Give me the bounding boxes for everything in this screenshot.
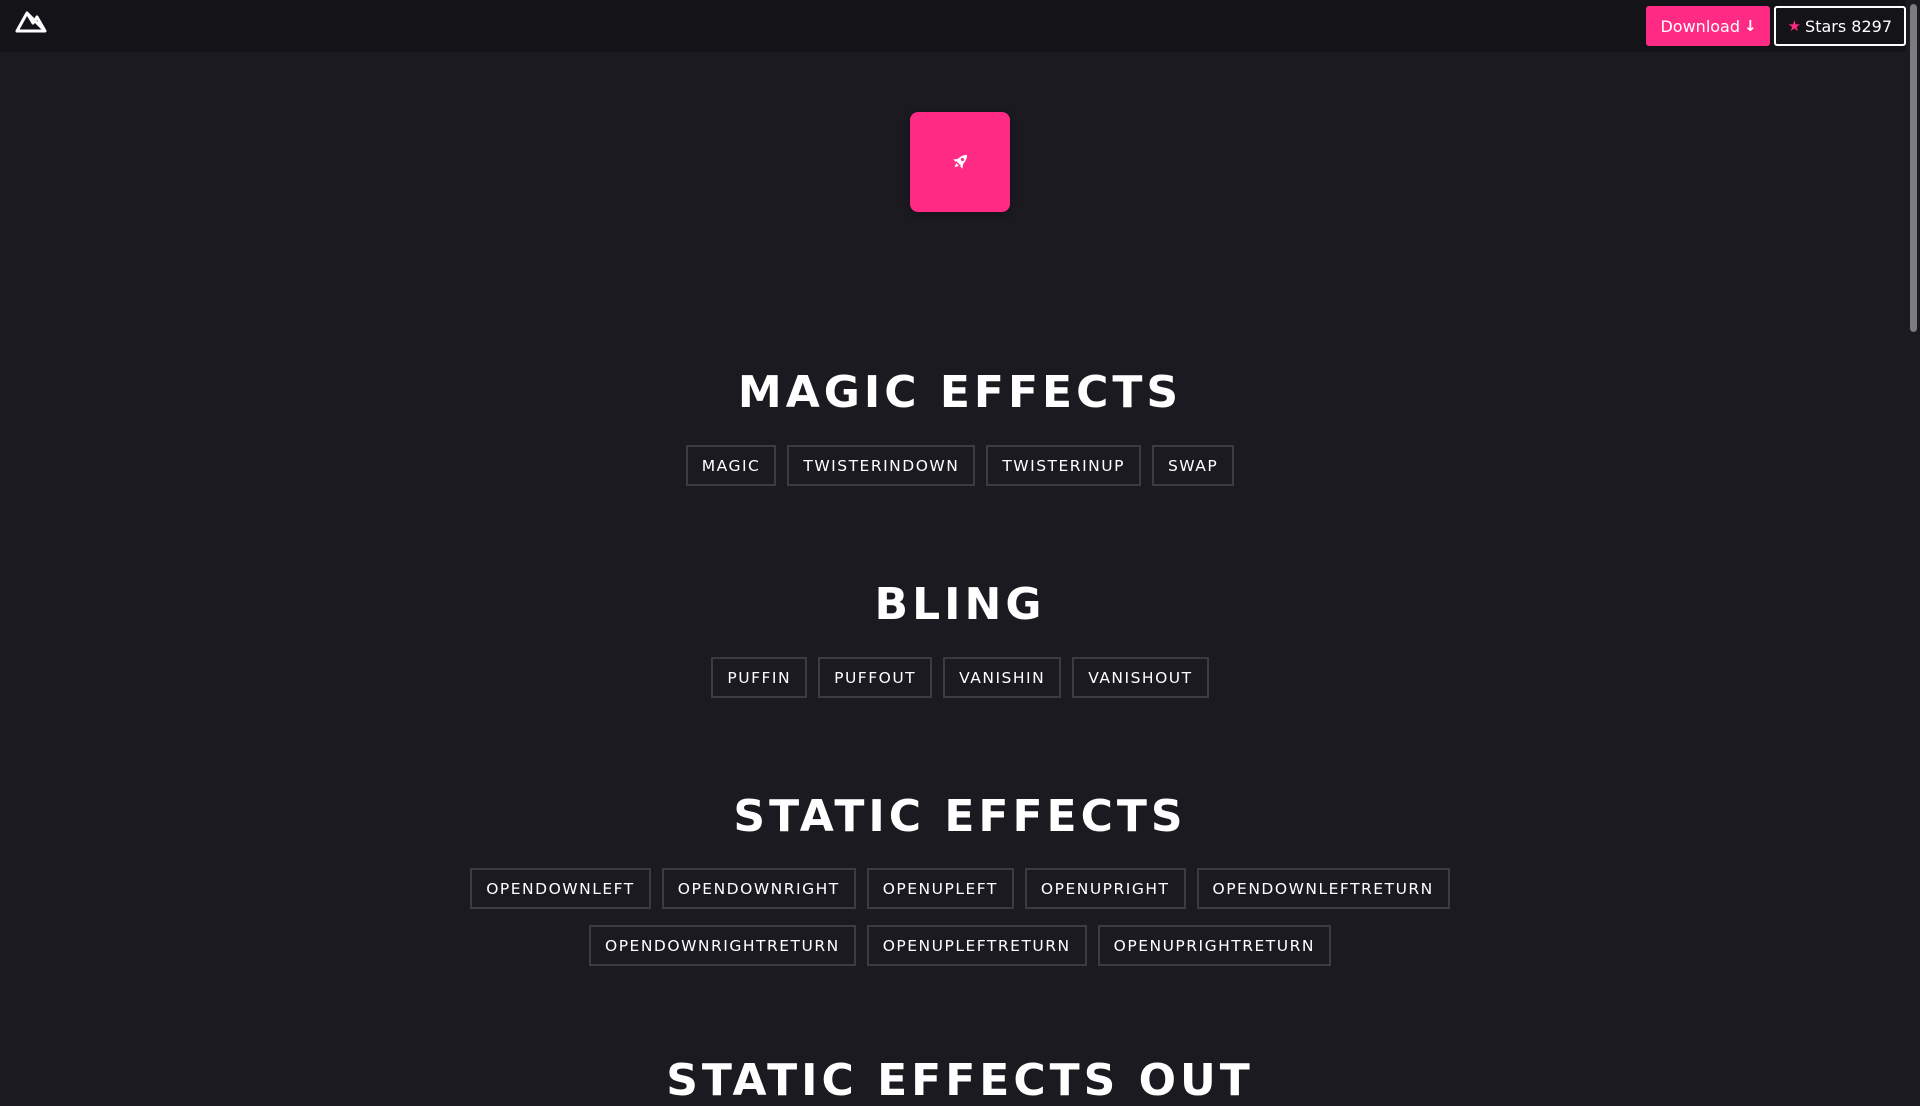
effect-button-opendownleft[interactable]: OPENDOWNLEFT [470,868,651,909]
static-effects-buttons-row-1: OPENDOWNLEFT OPENDOWNRIGHT OPENUPLEFT OP… [0,868,1920,909]
effect-button-vanishin[interactable]: VANISHIN [943,657,1062,698]
effect-button-opendownrightreturn[interactable]: OPENDOWNRIGHTRETURN [589,925,856,966]
github-stars-button[interactable]: ★ Stars 8297 [1773,6,1906,46]
stars-label: Stars 8297 [1805,16,1892,36]
effect-button-openupright[interactable]: OPENUPRIGHT [1024,868,1186,909]
demo-animation-box[interactable] [910,112,1010,212]
effect-button-openuprightreturn[interactable]: OPENUPRIGHTRETURN [1097,925,1331,966]
section-title-bling: BLING [874,579,1046,630]
section-title-static-effects: STATIC EFFECTS [733,791,1187,842]
download-label: Download [1660,16,1741,36]
effect-button-openupleft[interactable]: OPENUPLEFT [866,868,1014,909]
effect-button-puffout[interactable]: PUFFOUT [818,657,933,698]
triangle-logo-icon[interactable] [14,8,48,34]
scrollbar[interactable] [1906,0,1920,1080]
effect-button-openuplefreturn[interactable]: OPENUPLEFTRETURN [866,925,1087,966]
star-icon: ★ [1787,17,1802,35]
top-actions: Download ↓ ★ Stars 8297 [1646,6,1906,46]
top-navbar: Download ↓ ★ Stars 8297 [0,0,1920,52]
magic-effects-buttons: MAGIC TWISTERINDOWN TWISTERINUP SWAP [0,445,1920,486]
effect-button-magic[interactable]: MAGIC [685,445,777,486]
effect-button-vanishout[interactable]: VANISHOUT [1072,657,1209,698]
arrow-down-icon: ↓ [1744,17,1757,35]
section-title-static-effects-out: STATIC EFFECTS OUT [666,1055,1254,1106]
download-button[interactable]: Download ↓ [1646,6,1770,46]
effect-button-puffin[interactable]: PUFFIN [711,657,808,698]
effect-button-twisterinup[interactable]: TWISTERINUP [986,445,1141,486]
static-effects-buttons-row-2: OPENDOWNRIGHTRETURN OPENUPLEFTRETURN OPE… [0,925,1920,966]
scrollbar-thumb[interactable] [1910,4,1917,332]
rocket-icon [953,154,968,169]
effect-button-opendownleftreturn[interactable]: OPENDOWNLEFTRETURN [1196,868,1450,909]
effect-button-opendownright[interactable]: OPENDOWNRIGHT [661,868,856,909]
section-title-magic-effects: MAGIC EFFECTS [737,367,1183,418]
effect-button-swap[interactable]: SWAP [1151,445,1235,486]
bling-buttons: PUFFIN PUFFOUT VANISHIN VANISHOUT [0,657,1920,698]
effect-button-twisterindown[interactable]: TWISTERINDOWN [787,445,976,486]
